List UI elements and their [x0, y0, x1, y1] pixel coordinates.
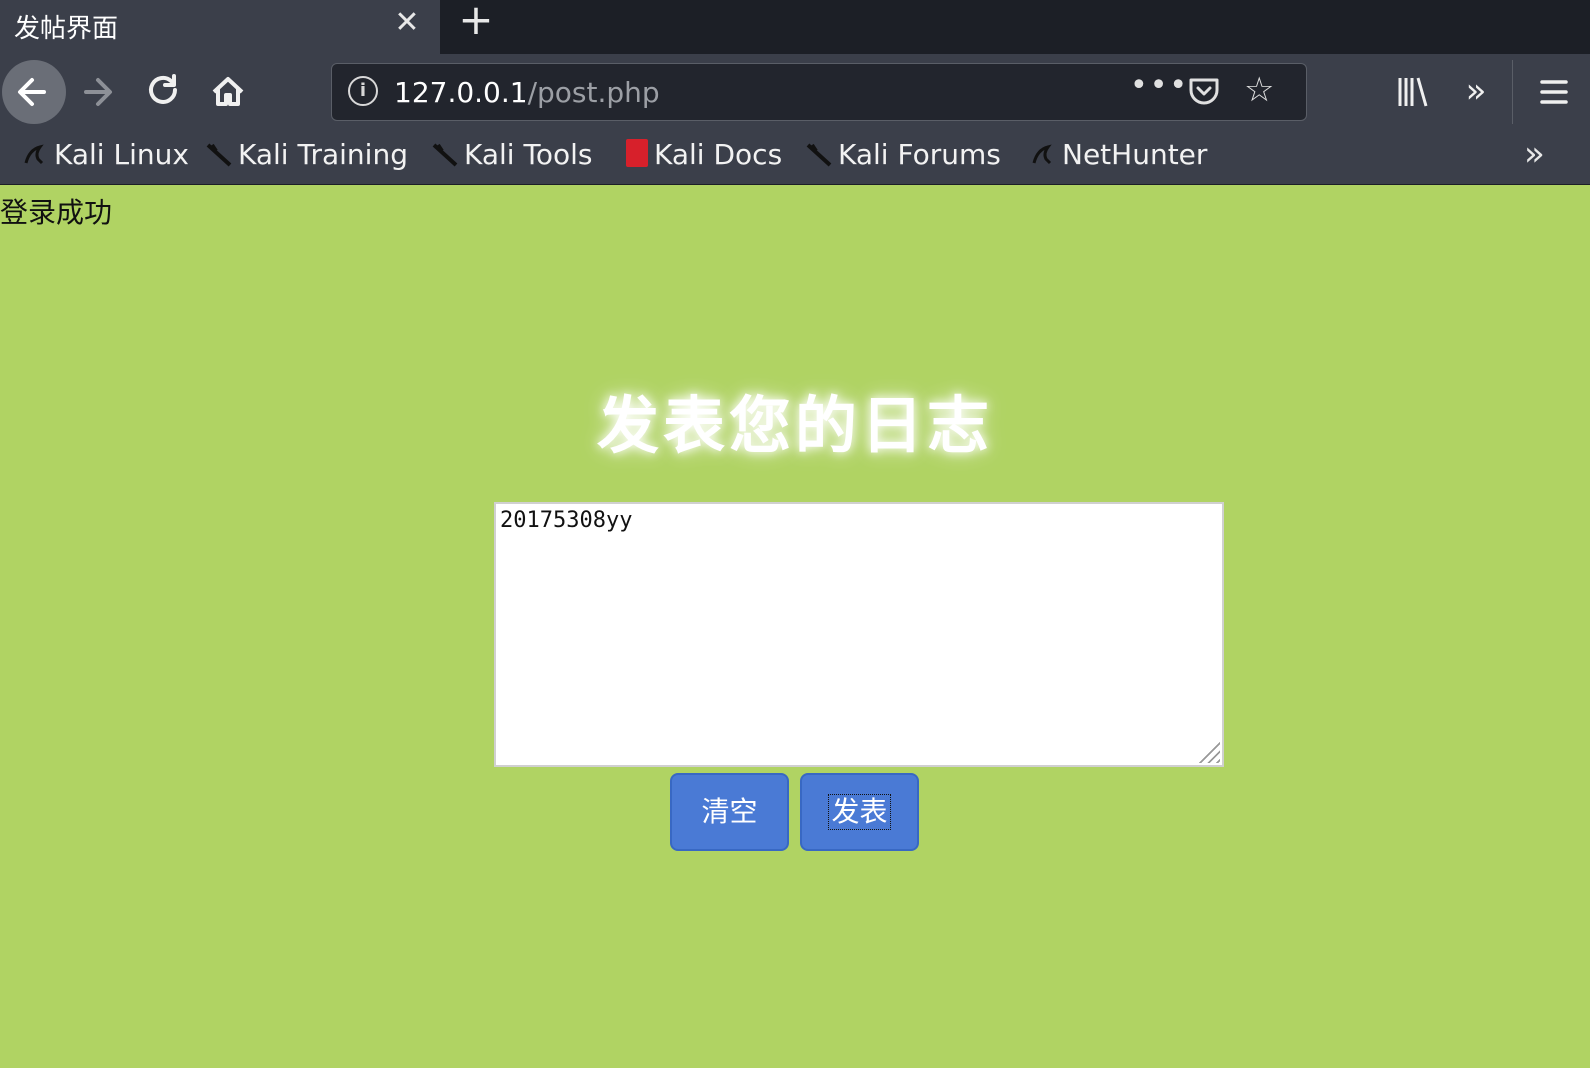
navigation-bar: i 127.0.0.1/post.php ••• ☆ » — [0, 54, 1590, 130]
close-tab-icon[interactable]: ✕ — [392, 6, 422, 40]
bookmark-star-icon[interactable]: ☆ — [1244, 70, 1274, 110]
bookmark-kali-linux[interactable]: Kali Linux — [22, 138, 189, 174]
clear-button[interactable]: 清空 — [670, 773, 789, 851]
library-icon[interactable] — [1380, 60, 1444, 124]
page-actions-icon[interactable]: ••• — [1130, 68, 1189, 103]
site-info-icon[interactable]: i — [348, 76, 378, 106]
kali-dragon-icon — [806, 141, 832, 167]
post-button-label: 发表 — [828, 794, 891, 830]
kali-dragon-icon — [206, 141, 232, 167]
bookmarks-overflow-icon[interactable]: » — [1524, 134, 1545, 174]
url-bar[interactable]: i 127.0.0.1/post.php ••• ☆ — [331, 63, 1307, 121]
toolbar-separator — [1512, 60, 1513, 124]
page-title: 发表您的日志 — [596, 389, 993, 462]
bookmark-label: Kali Linux — [54, 138, 189, 171]
forward-icon[interactable] — [68, 60, 132, 124]
resize-handle-icon[interactable] — [1198, 741, 1220, 763]
url-path: /post.php — [527, 76, 660, 109]
post-button[interactable]: 发表 — [800, 773, 919, 851]
page-content: 登录成功 发表您的日志 20175308yy 清空 发表 — [0, 185, 1590, 1068]
url-host: 127.0.0.1 — [394, 76, 528, 109]
hamburger-menu-icon[interactable] — [1522, 60, 1586, 124]
home-icon[interactable] — [196, 60, 260, 124]
overflow-menu-icon[interactable]: » — [1444, 60, 1508, 124]
kali-dragon-icon — [432, 141, 458, 167]
bookmark-label: Kali Forums — [838, 138, 1001, 171]
kali-docs-icon — [626, 139, 648, 167]
post-textarea[interactable]: 20175308yy — [494, 502, 1224, 767]
bookmark-kali-forums[interactable]: Kali Forums — [806, 138, 1001, 174]
reload-icon[interactable] — [132, 60, 196, 124]
bookmark-label: Kali Training — [238, 138, 408, 171]
back-icon[interactable] — [2, 60, 66, 124]
bookmark-label: Kali Tools — [464, 138, 593, 171]
bookmark-kali-tools[interactable]: Kali Tools — [432, 138, 592, 174]
active-tab[interactable]: 发帖界面 ✕ — [0, 0, 440, 54]
nethunter-icon — [1030, 141, 1056, 167]
bookmark-label: NetHunter — [1062, 138, 1208, 171]
bookmark-nethunter[interactable]: NetHunter — [1030, 138, 1207, 174]
kali-dragon-icon — [22, 141, 48, 167]
bookmarks-toolbar: Kali Linux Kali Training Kali Tools Kali… — [0, 130, 1590, 185]
bookmark-kali-training[interactable]: Kali Training — [206, 138, 408, 174]
tab-title: 发帖界面 — [14, 14, 119, 44]
bookmark-label: Kali Docs — [654, 138, 783, 171]
pocket-icon[interactable] — [1187, 76, 1221, 108]
login-status-text: 登录成功 — [0, 196, 113, 229]
textarea-value: 20175308yy — [500, 508, 633, 533]
url-text[interactable]: 127.0.0.1/post.php — [394, 76, 660, 109]
new-tab-icon[interactable]: + — [454, 0, 498, 44]
bookmark-kali-docs[interactable]: Kali Docs — [626, 138, 782, 174]
tab-bar: 发帖界面 ✕ + — [0, 0, 1590, 54]
